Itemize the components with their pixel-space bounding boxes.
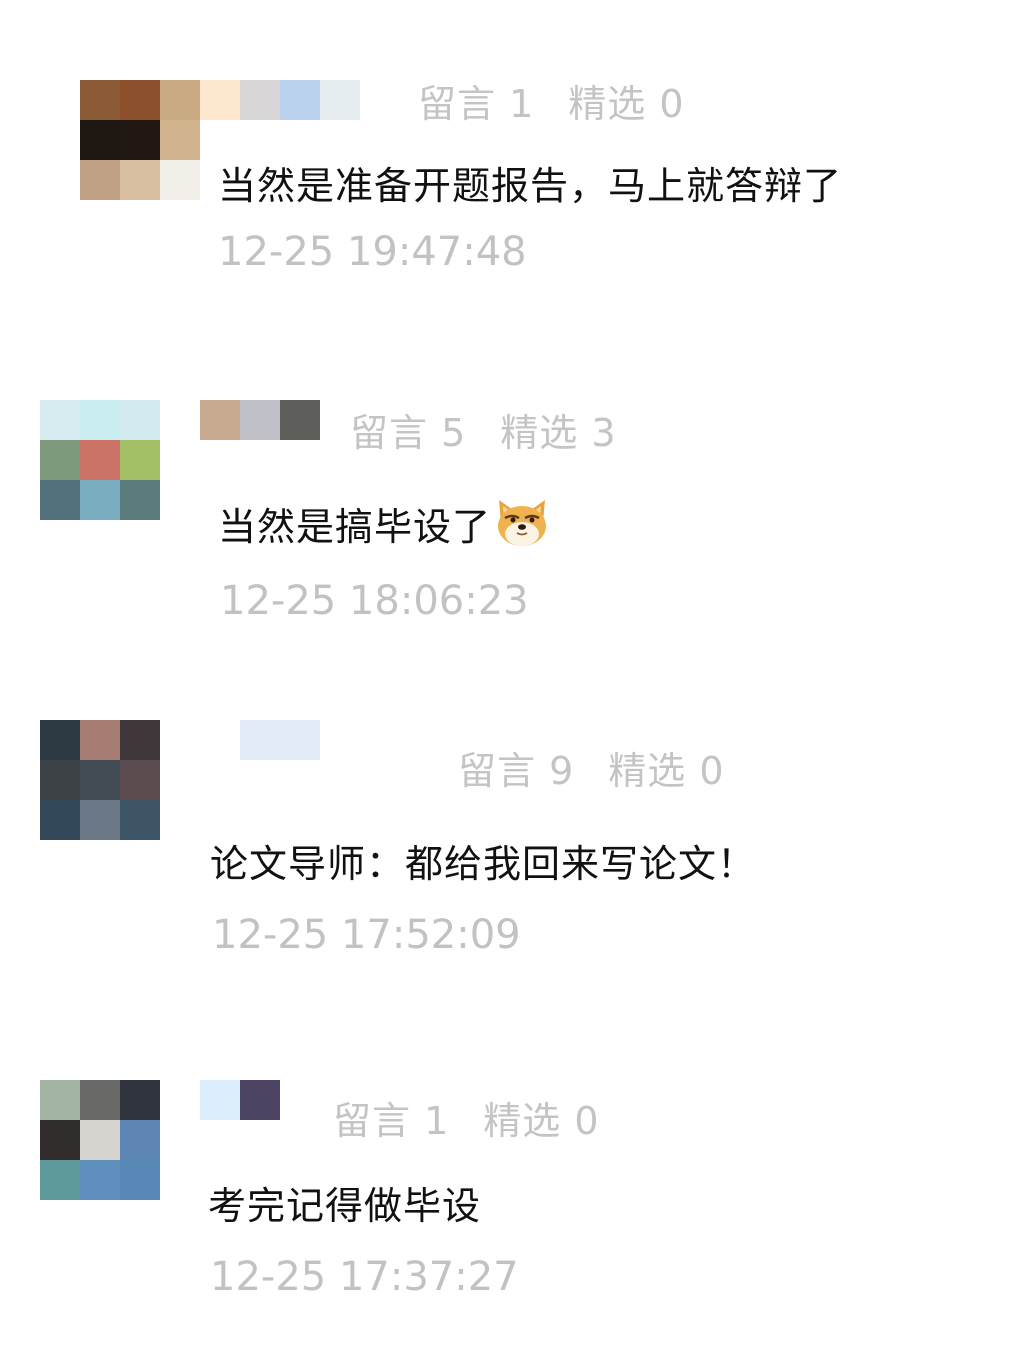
username-pixel [200,1080,240,1120]
avatar-pixel [120,80,160,120]
avatar-pixel [80,760,120,800]
avatar-pixel [40,720,80,760]
picks-label: 精选 [568,82,647,126]
messages-count: 9 [549,749,575,793]
picks-count: 0 [699,749,725,793]
comment-timestamp: 12-25 17:37:27 [210,1254,519,1300]
messages-count: 1 [424,1099,450,1143]
comment-text: 考完记得做毕设 [208,1184,482,1228]
username-pixel [200,400,240,440]
avatar[interactable] [40,1080,160,1200]
avatar-pixel [80,800,120,840]
picks-count: 0 [659,82,685,126]
avatar-pixel [80,1080,120,1120]
avatar-pixel [40,480,80,520]
picks-count: 0 [574,1099,600,1143]
comment-timestamp: 12-25 17:52:09 [212,912,521,958]
username-pixel [240,1080,280,1120]
picks-label: 精选 [483,1099,562,1143]
avatar[interactable] [80,80,200,200]
messages-label: 留言 [333,1099,412,1143]
avatar-pixel [80,480,120,520]
username-blurred[interactable] [200,80,360,120]
comment-stats: 留言 1 精选 0 [333,1090,600,1145]
comment-text: 论文导师：都给我回来写论文！ [210,842,757,886]
avatar-pixel [120,160,160,200]
avatar-pixel [80,400,120,440]
avatar-pixel [40,800,80,840]
avatar-pixel [80,720,120,760]
messages-label: 留言 [418,82,497,126]
avatar-pixel [120,120,160,160]
picks-count: 3 [591,411,617,455]
avatar-pixel [40,1160,80,1200]
avatar-pixel [40,760,80,800]
avatar-pixel [120,760,160,800]
username-pixel [280,400,320,440]
avatar-pixel [120,1120,160,1160]
username-pixel [240,720,320,760]
avatar-pixel [120,480,160,520]
avatar-pixel [120,800,160,840]
comment-stats: 留言 9 精选 0 [458,740,725,795]
messages-label: 留言 [458,749,537,793]
avatar-pixel [80,1160,120,1200]
avatar[interactable] [40,720,160,840]
avatar[interactable] [40,400,160,520]
avatar-pixel [40,1120,80,1160]
username-blurred[interactable] [200,1080,280,1120]
picks-label: 精选 [500,411,579,455]
username-blurred[interactable] [200,400,320,440]
avatar-pixel [120,440,160,480]
messages-count: 1 [509,82,535,126]
messages-count: 5 [441,411,467,455]
avatar-pixel [120,720,160,760]
avatar-pixel [80,1120,120,1160]
picks-label: 精选 [608,749,687,793]
avatar-pixel [40,1080,80,1120]
comment-text: 当然是搞毕设了 [218,496,551,551]
avatar-pixel [120,1080,160,1120]
avatar-pixel [80,80,120,120]
messages-label: 留言 [350,411,429,455]
comment-text-body: 当然是搞毕设了 [218,505,492,549]
avatar-pixel [80,120,120,160]
avatar-pixel [160,120,200,160]
avatar-pixel [80,440,120,480]
comment-timestamp: 12-25 19:47:48 [218,229,527,275]
comment-stats: 留言 1 精选 0 [418,73,685,128]
avatar-pixel [80,160,120,200]
doge-emoji-icon [493,496,551,550]
avatar-pixel [160,80,200,120]
username-pixel [240,400,280,440]
username-blurred[interactable] [240,720,320,760]
avatar-pixel [40,440,80,480]
username-pixel [240,80,280,120]
comment-stats: 留言 5 精选 3 [350,402,617,457]
username-pixel [200,80,240,120]
avatar-pixel [120,1160,160,1200]
comment-timestamp: 12-25 18:06:23 [220,578,529,624]
username-pixel [280,80,320,120]
username-pixel [320,80,360,120]
avatar-pixel [40,400,80,440]
avatar-pixel [120,400,160,440]
avatar-pixel [160,160,200,200]
comment-text: 当然是准备开题报告，马上就答辩了 [218,164,843,208]
